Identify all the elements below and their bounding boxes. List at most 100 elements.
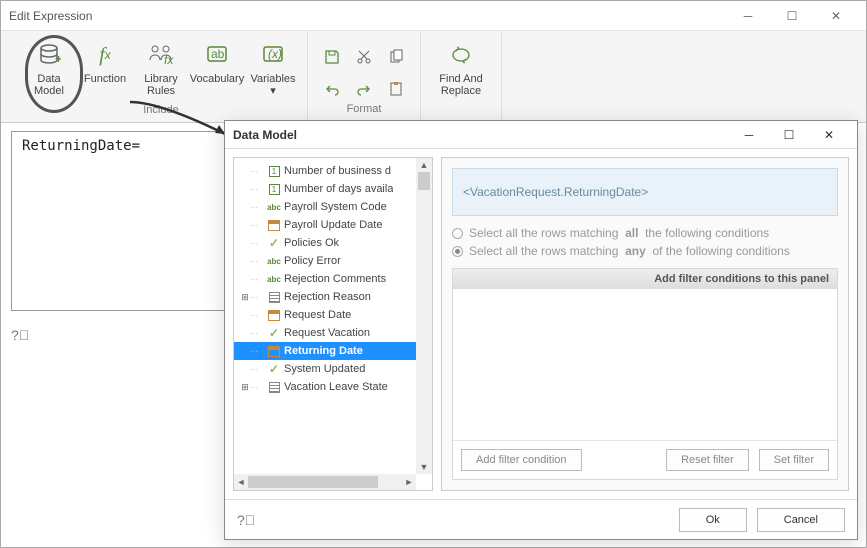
- tree-item[interactable]: ⋯Request Date: [234, 306, 432, 324]
- modal-minimize-button[interactable]: ─: [729, 123, 769, 147]
- tree-item[interactable]: ⋯1Number of days availa: [234, 180, 432, 198]
- cancel-button[interactable]: Cancel: [757, 508, 845, 532]
- tree-label: Vacation Leave State: [284, 381, 388, 393]
- find-replace-icon: [447, 41, 475, 69]
- save-icon[interactable]: [318, 43, 346, 71]
- close-button[interactable]: ✕: [814, 2, 858, 30]
- tree-label: Rejection Reason: [284, 291, 371, 303]
- ribbon-find-replace[interactable]: Find And Replace: [431, 35, 491, 104]
- expression-preview: <VacationRequest.ReturningDate>: [452, 168, 838, 216]
- scroll-thumb[interactable]: [248, 476, 378, 488]
- tree-label: Policy Error: [284, 255, 341, 267]
- add-filter-condition-button[interactable]: Add filter condition: [461, 449, 582, 471]
- tree-item[interactable]: ⋯1Number of business d: [234, 162, 432, 180]
- tree-item[interactable]: ⊞⋯Rejection Reason: [234, 288, 432, 306]
- tree-item[interactable]: ⋯✓Policies Ok: [234, 234, 432, 252]
- scroll-thumb[interactable]: [418, 172, 430, 190]
- tree-scroll[interactable]: ⋯1Number of business d⋯1Number of days a…: [234, 158, 432, 490]
- titlebar: Edit Expression ─ ☐ ✕: [1, 1, 866, 31]
- radio-icon: [452, 246, 463, 257]
- check-icon: ✓: [269, 362, 279, 376]
- tree-panel: ⋯1Number of business d⋯1Number of days a…: [233, 157, 433, 491]
- svg-text:ab: ab: [211, 47, 225, 61]
- scroll-down-icon[interactable]: ▼: [416, 460, 432, 474]
- calendar-icon: [268, 220, 280, 231]
- undo-icon[interactable]: [318, 75, 346, 103]
- ribbon-vocabulary[interactable]: ab Vocabulary: [189, 35, 245, 104]
- svg-text:+: +: [55, 52, 61, 66]
- ribbon-label: Library Rules: [144, 73, 178, 97]
- reset-filter-button[interactable]: Reset filter: [666, 449, 749, 471]
- radio-match-any[interactable]: Select all the rows matching any of the …: [452, 244, 838, 258]
- tree-label: Request Date: [284, 309, 351, 321]
- help-icon[interactable]: ?⃝: [11, 327, 29, 343]
- help-icon[interactable]: ?⃝: [237, 512, 255, 528]
- tree-item[interactable]: ⋯abcPolicy Error: [234, 252, 432, 270]
- modal-maximize-button[interactable]: ☐: [769, 123, 809, 147]
- radio-icon: [452, 228, 463, 239]
- modal-titlebar: Data Model ─ ☐ ✕: [225, 121, 857, 149]
- number-icon: 1: [269, 166, 280, 177]
- scroll-up-icon[interactable]: ▲: [416, 158, 432, 172]
- set-filter-button[interactable]: Set filter: [759, 449, 829, 471]
- ribbon-label: Find And Replace: [439, 73, 482, 97]
- filter-panel: Add filter conditions to this panel Add …: [452, 268, 838, 480]
- list-icon: [269, 292, 280, 303]
- tree-item[interactable]: ⋯✓System Updated: [234, 360, 432, 378]
- ribbon-data-model[interactable]: + Data Model: [21, 35, 77, 104]
- maximize-button[interactable]: ☐: [770, 2, 814, 30]
- modal-close-button[interactable]: ✕: [809, 123, 849, 147]
- ribbon-library-rules[interactable]: fx Library Rules: [133, 35, 189, 104]
- data-model-dialog: Data Model ─ ☐ ✕ ⋯1Number of business d⋯…: [224, 120, 858, 540]
- calendar-icon: [268, 310, 280, 321]
- ribbon-group-include: Include: [143, 104, 178, 118]
- cut-icon[interactable]: [350, 43, 378, 71]
- list-icon: [269, 382, 280, 393]
- tree-label: Number of days availa: [284, 183, 393, 195]
- radio-match-all[interactable]: Select all the rows matching all the fol…: [452, 226, 838, 240]
- function-icon: fx: [91, 41, 119, 69]
- ribbon-label: Variables ▾: [250, 73, 295, 97]
- tree-item[interactable]: ⊞⋯Vacation Leave State: [234, 378, 432, 396]
- variables-icon: (x): [259, 41, 287, 69]
- filter-panel-body: [453, 289, 837, 440]
- tree-expander[interactable]: ⊞: [240, 292, 250, 303]
- database-icon: +: [35, 41, 63, 69]
- tree-label: Request Vacation: [284, 327, 370, 339]
- tree-label: Rejection Comments: [284, 273, 386, 285]
- ribbon-label: Function: [84, 73, 126, 85]
- tree-item[interactable]: ⋯✓Request Vacation: [234, 324, 432, 342]
- modal-title: Data Model: [233, 128, 729, 142]
- vertical-scrollbar[interactable]: ▲ ▼: [416, 158, 432, 474]
- number-icon: 1: [269, 184, 280, 195]
- text-icon: abc: [267, 275, 281, 284]
- ribbon-label: Data Model: [34, 73, 64, 97]
- detail-panel: <VacationRequest.ReturningDate> Select a…: [441, 157, 849, 491]
- redo-icon[interactable]: [350, 75, 378, 103]
- tree-label: Policies Ok: [284, 237, 339, 249]
- ok-button[interactable]: Ok: [679, 508, 747, 532]
- horizontal-scrollbar[interactable]: ◄ ►: [234, 474, 416, 490]
- text-icon: abc: [267, 203, 281, 212]
- copy-icon[interactable]: [382, 43, 410, 71]
- tree-label: System Updated: [284, 363, 365, 375]
- tree-item[interactable]: ⋯Payroll Update Date: [234, 216, 432, 234]
- scroll-left-icon[interactable]: ◄: [234, 474, 248, 490]
- library-icon: fx: [147, 41, 175, 69]
- tree-label: Number of business d: [284, 165, 391, 177]
- check-icon: ✓: [269, 236, 279, 250]
- tree-item[interactable]: ⋯abcRejection Comments: [234, 270, 432, 288]
- paste-icon[interactable]: [382, 75, 410, 103]
- scroll-right-icon[interactable]: ►: [402, 474, 416, 490]
- ribbon-label: Vocabulary: [190, 73, 244, 85]
- check-icon: ✓: [269, 326, 279, 340]
- tree-item[interactable]: ⋯Returning Date: [234, 342, 432, 360]
- tree-label: Returning Date: [284, 345, 363, 357]
- tree-expander[interactable]: ⊞: [240, 382, 250, 393]
- tree-item[interactable]: ⋯abcPayroll System Code: [234, 198, 432, 216]
- svg-text:(x): (x): [268, 47, 282, 61]
- ribbon: + Data Model fx Function fx Library Rule…: [1, 31, 866, 123]
- ribbon-variables[interactable]: (x) Variables ▾: [245, 35, 301, 104]
- minimize-button[interactable]: ─: [726, 2, 770, 30]
- ribbon-function[interactable]: fx Function: [77, 35, 133, 104]
